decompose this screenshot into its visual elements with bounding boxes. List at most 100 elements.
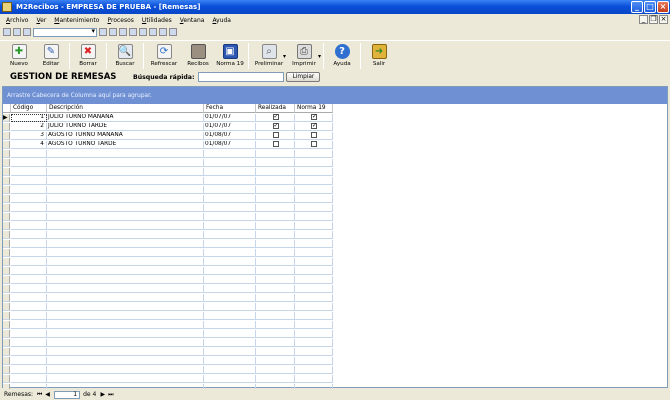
editar-button[interactable]: ✎ Editar bbox=[35, 41, 67, 71]
row-indicator[interactable] bbox=[3, 258, 10, 266]
row-indicator[interactable] bbox=[3, 150, 10, 158]
cell-descripcion[interactable]: AGOSTO TURNO TARDE bbox=[47, 141, 204, 149]
menu-archivo[interactable]: Archivo bbox=[6, 17, 28, 24]
norma19-checkbox[interactable]: ✓ bbox=[311, 123, 317, 129]
menu-utilidades[interactable]: Utilidades bbox=[142, 17, 172, 24]
page-number-input[interactable]: 1 bbox=[54, 390, 81, 399]
row-indicator[interactable] bbox=[3, 222, 10, 230]
col-header-realizada[interactable]: Realizada bbox=[256, 104, 295, 113]
realizada-checkbox[interactable] bbox=[272, 132, 279, 138]
realizada-checkbox[interactable]: ✓ bbox=[272, 123, 279, 129]
cell-codigo[interactable]: 3 bbox=[11, 132, 47, 140]
norma19-button[interactable]: ▣ Norma 19 bbox=[214, 41, 246, 71]
cell-fecha[interactable]: 01/07/07 bbox=[204, 123, 256, 131]
nuevo-button[interactable]: ✚ Nuevo bbox=[3, 41, 35, 71]
copy-icon[interactable] bbox=[23, 28, 31, 36]
row-indicator[interactable] bbox=[3, 366, 10, 374]
cell-codigo[interactable]: 2 bbox=[11, 123, 47, 131]
cell-descripcion[interactable]: AGOSTO TURNO MAÑANA bbox=[47, 132, 204, 140]
cell-codigo[interactable]: 1 bbox=[11, 114, 47, 122]
cell-norma19[interactable] bbox=[295, 141, 333, 149]
mdi-close-button[interactable]: × bbox=[659, 15, 668, 24]
row-indicator[interactable] bbox=[3, 204, 10, 212]
mdi-minimize-button[interactable]: _ bbox=[639, 15, 648, 24]
row-indicator[interactable] bbox=[3, 339, 10, 347]
row-indicator[interactable] bbox=[3, 321, 10, 329]
buscar-button[interactable]: 🔍 Buscar bbox=[109, 41, 141, 71]
row-indicator[interactable] bbox=[3, 249, 10, 257]
imprimir-button[interactable]: ⎙ Imprimir bbox=[286, 41, 322, 71]
preliminar-button[interactable]: ⌕ Preliminar bbox=[251, 41, 287, 71]
remesas-grid[interactable]: Arrastre Cabecera de Columna aquí para a… bbox=[2, 86, 668, 392]
cell-realizada[interactable]: ✓ bbox=[256, 114, 295, 122]
columns-icon[interactable] bbox=[139, 28, 147, 36]
row-indicator[interactable] bbox=[3, 213, 10, 221]
cell-codigo[interactable]: 4 bbox=[11, 141, 47, 149]
col-header-fecha[interactable]: Fecha bbox=[204, 104, 256, 113]
row-indicator[interactable] bbox=[3, 357, 10, 365]
minimize-button[interactable]: _ bbox=[631, 1, 643, 13]
row-indicator[interactable] bbox=[3, 267, 10, 275]
cell-realizada[interactable] bbox=[256, 141, 295, 149]
borrar-button[interactable]: ✖ Borrar bbox=[72, 41, 104, 71]
window-icon[interactable] bbox=[149, 28, 157, 36]
row-indicator[interactable] bbox=[3, 294, 10, 302]
cell-fecha[interactable]: 01/08/07 bbox=[204, 132, 256, 140]
row-indicator[interactable] bbox=[3, 186, 10, 194]
row-indicator[interactable] bbox=[3, 195, 10, 203]
ayuda-button[interactable]: ? Ayuda bbox=[326, 41, 358, 71]
quick-search-input[interactable] bbox=[198, 72, 285, 82]
save-icon[interactable] bbox=[13, 28, 21, 36]
chart-icon[interactable] bbox=[159, 28, 167, 36]
mdi-restore-button[interactable]: ❐ bbox=[649, 15, 658, 24]
row-indicator[interactable] bbox=[3, 177, 10, 185]
norma19-checkbox[interactable] bbox=[311, 141, 317, 147]
menu-ayuda[interactable]: Ayuda bbox=[212, 17, 231, 24]
row-indicator[interactable] bbox=[3, 348, 10, 356]
close-button[interactable]: × bbox=[657, 1, 669, 13]
cell-fecha[interactable]: 01/08/07 bbox=[204, 141, 256, 149]
next-page-button[interactable]: ▶ bbox=[99, 391, 106, 399]
first-page-button[interactable]: ⏮ bbox=[36, 391, 43, 399]
norma19-checkbox[interactable]: ✓ bbox=[311, 114, 317, 120]
clear-button[interactable]: Limpiar bbox=[286, 72, 321, 82]
cell-norma19[interactable]: ✓ bbox=[295, 123, 333, 131]
col-header-codigo[interactable]: Código bbox=[11, 104, 47, 113]
row-indicator[interactable] bbox=[3, 276, 10, 284]
cell-descripcion[interactable]: JULIO TURNO TARDE bbox=[47, 123, 204, 131]
row-indicator[interactable] bbox=[3, 303, 10, 311]
list-icon[interactable] bbox=[109, 28, 117, 36]
row-indicator[interactable] bbox=[3, 231, 10, 239]
sort-icon[interactable] bbox=[119, 28, 127, 36]
salir-button[interactable]: ➜ Salir bbox=[363, 41, 395, 71]
col-header-norma19[interactable]: Norma 19 bbox=[295, 104, 333, 113]
cell-realizada[interactable]: ✓ bbox=[256, 123, 295, 131]
row-indicator[interactable] bbox=[3, 168, 10, 176]
cell-fecha[interactable]: 01/07/07 bbox=[204, 114, 256, 122]
row-indicator[interactable] bbox=[3, 159, 10, 167]
group-panel[interactable]: Arrastre Cabecera de Columna aquí para a… bbox=[3, 87, 667, 104]
cell-realizada[interactable] bbox=[256, 132, 295, 140]
realizada-checkbox[interactable]: ✓ bbox=[272, 114, 279, 120]
cell-descripcion[interactable]: JULIO TURNO MAÑANA bbox=[47, 114, 204, 122]
row-indicator[interactable] bbox=[3, 123, 10, 131]
menu-mantenimiento[interactable]: Mantenimiento bbox=[54, 17, 99, 24]
row-indicator[interactable] bbox=[3, 141, 10, 149]
cell-norma19[interactable]: ✓ bbox=[295, 114, 333, 122]
realizada-checkbox[interactable] bbox=[272, 141, 279, 147]
imprimir-dropdown-icon[interactable]: ▾ bbox=[318, 53, 321, 60]
report-icon[interactable] bbox=[169, 28, 177, 36]
norma19-checkbox[interactable] bbox=[311, 132, 317, 138]
menu-ventana[interactable]: Ventana bbox=[180, 17, 205, 24]
menu-procesos[interactable]: Procesos bbox=[107, 17, 133, 24]
row-indicator[interactable] bbox=[3, 240, 10, 248]
refrescar-button[interactable]: ⟳ Refrescar bbox=[146, 41, 182, 71]
cell-norma19[interactable] bbox=[295, 132, 333, 140]
menu-ver[interactable]: Ver bbox=[36, 17, 46, 24]
grid-icon[interactable] bbox=[99, 28, 107, 36]
last-page-button[interactable]: ⏭ bbox=[107, 391, 114, 399]
maximize-button[interactable]: □ bbox=[644, 1, 656, 13]
row-indicator[interactable] bbox=[3, 312, 10, 320]
filter-icon[interactable] bbox=[129, 28, 137, 36]
row-indicator[interactable] bbox=[3, 285, 10, 293]
